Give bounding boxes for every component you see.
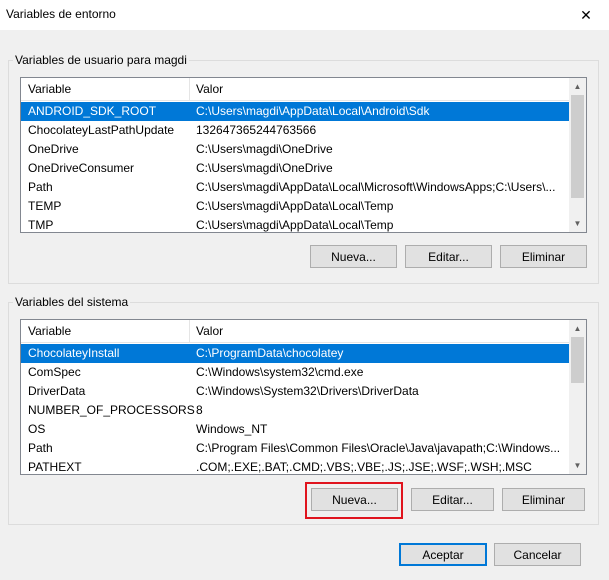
scroll-down-icon[interactable]: ▼ <box>569 215 586 232</box>
variable-name: ChocolateyInstall <box>28 346 120 360</box>
variable-name: Path <box>28 180 53 194</box>
variable-value: C:\Users\magdi\OneDrive <box>196 161 333 175</box>
variable-name: DriverData <box>28 384 86 398</box>
variable-value: C:\Users\magdi\AppData\Local\Microsoft\W… <box>196 180 556 194</box>
variable-name: NUMBER_OF_PROCESSORS <box>28 403 195 417</box>
close-icon: ✕ <box>580 6 592 23</box>
list-item[interactable]: OneDrive C:\Users\magdi\OneDrive <box>21 140 569 159</box>
user-delete-button[interactable]: Eliminar <box>500 245 587 268</box>
variable-name: ComSpec <box>28 365 81 379</box>
list-item[interactable]: ChocolateyLastPathUpdate 1326473652447635… <box>21 121 569 140</box>
cancel-button[interactable]: Cancelar <box>494 543 581 566</box>
user-edit-button[interactable]: Editar... <box>405 245 492 268</box>
list-item[interactable]: OneDriveConsumer C:\Users\magdi\OneDrive <box>21 159 569 178</box>
user-list-header: Variable Valor <box>21 78 569 101</box>
list-item[interactable]: TEMP C:\Users\magdi\AppData\Local\Temp <box>21 197 569 216</box>
scroll-thumb[interactable] <box>571 95 584 198</box>
variable-name: ANDROID_SDK_ROOT <box>28 104 157 118</box>
close-button[interactable]: ✕ <box>563 0 609 30</box>
scroll-up-icon[interactable]: ▲ <box>569 78 586 95</box>
variable-value: 8 <box>196 403 203 417</box>
system-variables-list[interactable]: Variable Valor ChocolateyInstall C:\Progr… <box>20 319 587 475</box>
column-variable[interactable]: Variable <box>21 320 189 343</box>
list-item[interactable]: ChocolateyInstall C:\ProgramData\chocolat… <box>21 344 569 363</box>
list-item[interactable]: ComSpec C:\Windows\system32\cmd.exe <box>21 363 569 382</box>
system-variables-label: Variables del sistema <box>13 295 131 309</box>
list-item[interactable]: OS Windows_NT <box>21 420 569 439</box>
list-item[interactable]: Path C:\Program Files\Common Files\Oracle… <box>21 439 569 458</box>
variable-value: C:\ProgramData\chocolatey <box>196 346 344 360</box>
column-value[interactable]: Valor <box>189 78 569 101</box>
variable-name: ChocolateyLastPathUpdate <box>28 123 175 137</box>
column-value[interactable]: Valor <box>189 320 569 343</box>
scroll-up-icon[interactable]: ▲ <box>569 320 586 337</box>
window-title: Variables de entorno <box>6 7 116 21</box>
variable-name: PATHEXT <box>28 460 82 474</box>
variable-value: C:\Users\magdi\AppData\Local\Temp <box>196 218 394 232</box>
variable-name: Path <box>28 441 53 455</box>
user-variables-label: Variables de usuario para magdi <box>13 53 189 67</box>
accept-button[interactable]: Aceptar <box>399 543 487 566</box>
system-list-scrollbar[interactable]: ▲ ▼ <box>569 320 586 474</box>
list-item[interactable]: NUMBER_OF_PROCESSORS 8 <box>21 401 569 420</box>
variable-value: C:\Windows\System32\Drivers\DriverData <box>196 384 419 398</box>
system-edit-button[interactable]: Editar... <box>411 488 494 511</box>
variable-name: TEMP <box>28 199 62 213</box>
variable-value: C:\Users\magdi\AppData\Local\Temp <box>196 199 394 213</box>
list-item[interactable]: DriverData C:\Windows\System32\Drivers\Dr… <box>21 382 569 401</box>
annotation-highlight-box <box>305 482 403 519</box>
variable-value: C:\Users\magdi\OneDrive <box>196 142 333 156</box>
variable-name: OS <box>28 422 46 436</box>
list-item[interactable]: TMP C:\Users\magdi\AppData\Local\Temp <box>21 216 569 232</box>
list-item[interactable]: ANDROID_SDK_ROOT C:\Users\magdi\AppData\L… <box>21 102 569 121</box>
system-list-header: Variable Valor <box>21 320 569 343</box>
scroll-down-icon[interactable]: ▼ <box>569 457 586 474</box>
list-item[interactable]: PATHEXT .COM;.EXE;.BAT;.CMD;.VBS;.VBE;.JS… <box>21 458 569 474</box>
user-variables-list[interactable]: Variable Valor ANDROID_SDK_ROOT C:\Users\… <box>20 77 587 233</box>
column-variable[interactable]: Variable <box>21 78 189 101</box>
user-new-button[interactable]: Nueva... <box>310 245 397 268</box>
scroll-thumb[interactable] <box>571 337 584 383</box>
list-item[interactable]: Path C:\Users\magdi\AppData\Local\Microso… <box>21 178 569 197</box>
variable-value: C:\Windows\system32\cmd.exe <box>196 365 364 379</box>
variable-value: Windows_NT <box>196 422 268 436</box>
variable-value: 132647365244763566 <box>196 123 317 137</box>
variable-name: OneDrive <box>28 142 79 156</box>
variable-value: C:\Program Files\Common Files\Oracle\Jav… <box>196 441 561 455</box>
variable-name: TMP <box>28 218 54 232</box>
variable-value: .COM;.EXE;.BAT;.CMD;.VBS;.VBE;.JS;.JSE;.… <box>196 460 532 474</box>
variable-name: OneDriveConsumer <box>28 161 135 175</box>
title-bar: Variables de entorno ✕ <box>0 0 609 30</box>
system-delete-button[interactable]: Eliminar <box>502 488 585 511</box>
user-list-scrollbar[interactable]: ▲ ▼ <box>569 78 586 232</box>
variable-value: C:\Users\magdi\AppData\Local\Android\Sdk <box>196 104 430 118</box>
